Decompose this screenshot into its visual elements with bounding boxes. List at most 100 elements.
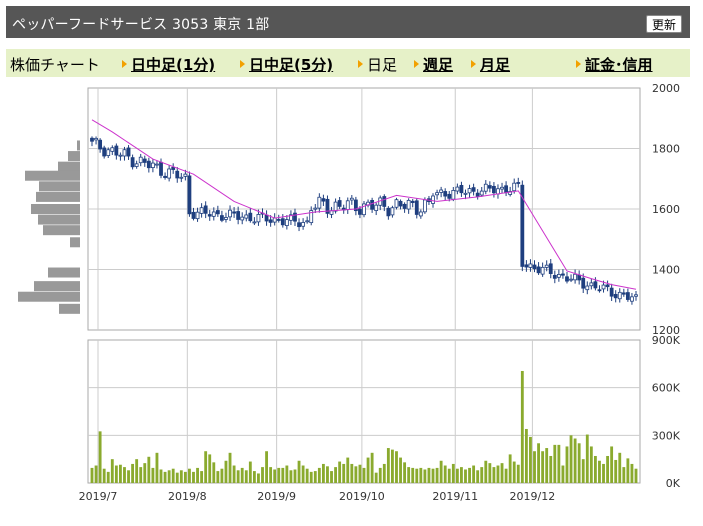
volume-profile-bar <box>18 291 80 302</box>
volume-bar <box>102 468 106 483</box>
volume-bar <box>350 463 354 483</box>
volume-bar <box>403 462 407 483</box>
volume-bar <box>321 463 325 483</box>
candle-body <box>422 199 427 213</box>
candle-body <box>609 287 614 297</box>
candle-body <box>321 198 326 202</box>
volume-bar <box>435 467 439 483</box>
volume-bar <box>577 443 581 483</box>
volume-bar <box>565 446 569 483</box>
volume-bar <box>411 467 415 483</box>
candle-body <box>187 175 192 215</box>
candle-body <box>175 170 180 179</box>
volume-bar <box>447 468 451 483</box>
volume-bar <box>163 471 167 483</box>
y-tick-label: 1800 <box>652 143 680 156</box>
volume-bar <box>399 457 402 483</box>
candle-body <box>130 157 135 168</box>
volume-bar <box>366 457 370 483</box>
volume-bar <box>395 451 398 483</box>
candle-body <box>556 274 561 278</box>
candle-body <box>280 218 285 226</box>
volume-bar <box>188 468 191 483</box>
candle-body <box>597 289 602 292</box>
volume-bar <box>537 443 540 483</box>
volume-bar <box>139 467 143 483</box>
volume-bar <box>480 467 484 483</box>
candle-body <box>301 222 306 227</box>
candle-body <box>585 285 590 291</box>
volume-bar <box>297 460 301 483</box>
volume-bar <box>512 461 516 483</box>
candle-body <box>471 187 476 192</box>
volume-bar <box>382 463 386 483</box>
candle-body <box>528 263 533 268</box>
candle-body <box>167 168 172 179</box>
candle-body <box>142 158 147 163</box>
volume-bar <box>602 463 605 483</box>
candle-body <box>625 292 630 300</box>
candle-body <box>215 210 220 215</box>
volume-bar <box>94 465 98 483</box>
volume-bar <box>289 470 293 483</box>
candle-body <box>244 214 249 219</box>
candle-body <box>150 162 155 169</box>
volume-bar <box>374 472 378 483</box>
volume-profile-bar <box>34 281 80 292</box>
volume-bar <box>334 467 338 483</box>
volume-bar <box>585 434 589 483</box>
volume-bar <box>285 465 289 483</box>
candle-body <box>487 185 492 189</box>
candle-body <box>358 208 362 215</box>
candle-body <box>374 204 379 211</box>
volume-bar <box>159 469 163 483</box>
volume-profile-bar <box>70 237 80 248</box>
volume-tick-label: 600K <box>652 382 681 395</box>
volume-bar <box>545 448 549 483</box>
volume-bar <box>455 468 459 483</box>
candle-body <box>443 191 448 197</box>
volume-tick-label: 300K <box>652 429 681 442</box>
candle-body <box>463 192 468 195</box>
candle-body <box>573 273 578 281</box>
candle-body <box>155 163 159 166</box>
volume-bar <box>98 431 102 483</box>
volume-bar <box>317 467 321 483</box>
volume-bar <box>520 370 524 483</box>
volume-bar <box>155 452 159 483</box>
volume-bar <box>244 470 248 483</box>
volume-bar <box>622 467 626 483</box>
volume-bar <box>232 465 236 483</box>
candle-body <box>447 193 452 199</box>
volume-bar <box>516 464 520 483</box>
volume-bar <box>183 471 187 483</box>
candle-body <box>479 190 484 196</box>
volume-bar <box>488 463 492 483</box>
volume-bar <box>504 468 508 483</box>
candle-body <box>536 266 541 274</box>
volume-bar <box>147 456 151 483</box>
volume-bar <box>342 463 346 483</box>
volume-bar <box>553 444 557 483</box>
volume-bar <box>468 467 471 483</box>
candle-body <box>451 190 456 200</box>
x-tick-label: 2019/10 <box>339 490 385 503</box>
volume-profile-bar <box>43 225 80 236</box>
volume-bar <box>273 469 277 483</box>
candle-body <box>439 189 444 193</box>
candle-body <box>183 173 188 177</box>
candle-body <box>613 293 618 299</box>
volume-profile-bar <box>25 170 80 181</box>
candle-body <box>118 154 123 157</box>
volume-bar <box>110 459 114 483</box>
candle-body <box>228 209 232 218</box>
candle-body <box>232 211 236 214</box>
volume-panel <box>87 339 641 484</box>
volume-bar <box>257 473 260 483</box>
candle-body <box>492 185 496 194</box>
volume-bar <box>175 472 179 483</box>
candle-body <box>617 291 622 300</box>
volume-bar <box>135 459 139 483</box>
volume-bar <box>439 460 443 483</box>
candle-body <box>552 274 557 279</box>
